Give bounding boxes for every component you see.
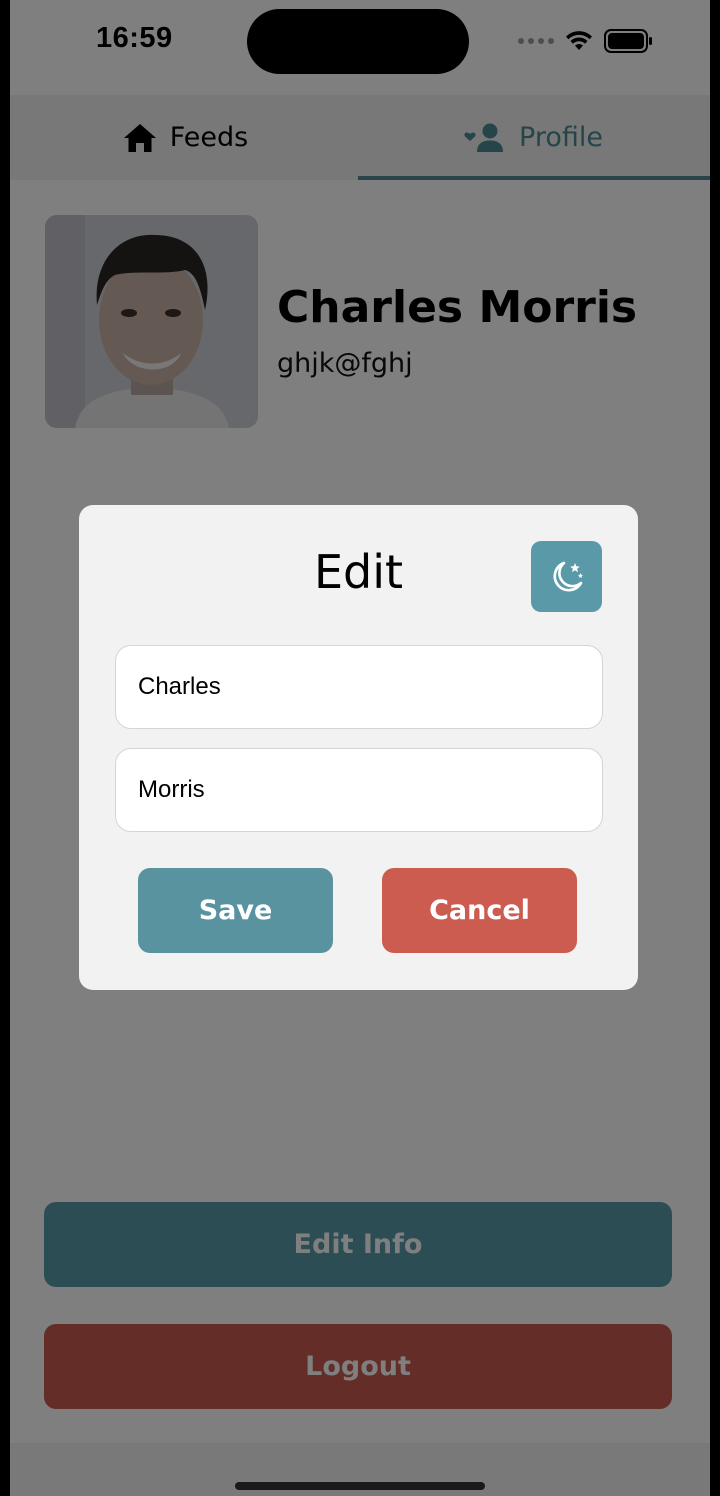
- phone-frame: 16:59 Feeds: [0, 0, 720, 1496]
- app-screen: 16:59 Feeds: [10, 0, 710, 1496]
- cancel-button[interactable]: Cancel: [382, 868, 577, 953]
- home-indicator: [235, 1482, 485, 1490]
- edit-modal: Edit Save Cancel: [79, 505, 638, 990]
- last-name-input[interactable]: [115, 748, 603, 832]
- first-name-input[interactable]: [115, 645, 603, 729]
- theme-toggle-button[interactable]: [531, 541, 602, 612]
- save-button[interactable]: Save: [138, 868, 333, 953]
- moon-stars-icon: [553, 561, 583, 591]
